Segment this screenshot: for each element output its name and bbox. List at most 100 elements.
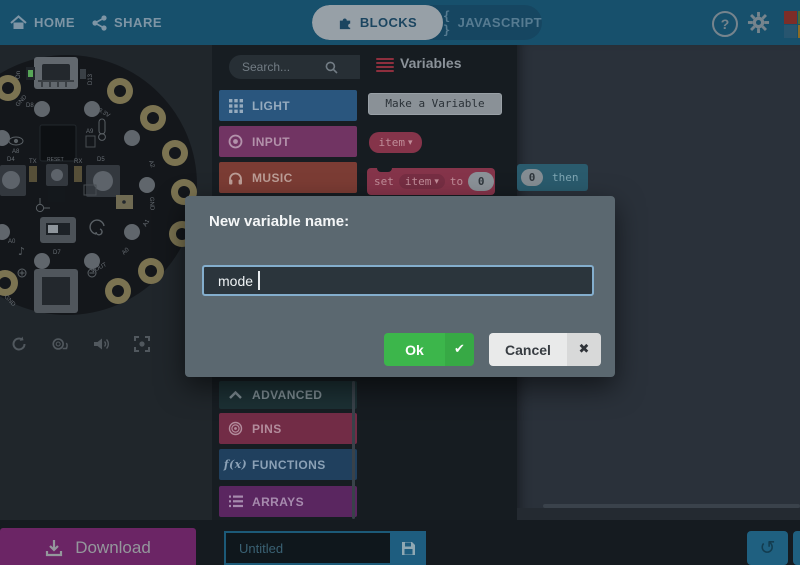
tab-javascript[interactable]: { } JAVASCRIPT [443, 5, 542, 40]
top-menu-bar: HOME SHARE BLOCKS { } JAVASCRIPT [0, 0, 800, 45]
processor-chip [40, 125, 76, 161]
tx-pad [29, 166, 37, 182]
simulator-panel: GND 3.3V A3 A2 GND A1 A0 VOUT GND [0, 45, 212, 520]
input-dot-circle-icon [228, 134, 243, 149]
download-button[interactable]: Download [0, 528, 196, 565]
new-variable-dialog: New variable name: Ok ✔ Cancel ✖ [185, 196, 615, 377]
svg-text:D7: D7 [53, 250, 61, 256]
set-variable-block[interactable]: set item ▾ to 0 [367, 168, 495, 195]
save-floppy-icon [401, 541, 416, 556]
help-button[interactable]: ? [712, 11, 738, 37]
category-label: ADVANCED [252, 388, 322, 402]
category-advanced[interactable]: ADVANCED [219, 381, 357, 409]
ok-button[interactable]: Ok ✔ [384, 333, 474, 366]
make-variable-button[interactable]: Make a Variable [368, 93, 502, 115]
cancel-label: Cancel [489, 333, 567, 366]
blocks-label: BLOCKS [360, 15, 417, 30]
check-icon: ✔ [445, 333, 474, 366]
x-icon: ✖ [567, 333, 601, 366]
home-icon [10, 15, 27, 30]
home-button[interactable]: HOME [10, 0, 75, 45]
dialog-title: New variable name: [209, 213, 349, 230]
search-input[interactable] [229, 55, 371, 79]
gear-icon [747, 11, 770, 34]
to-label: to [450, 175, 463, 188]
set-label: set [374, 175, 394, 188]
share-label: SHARE [114, 15, 162, 30]
dropdown-arrow-icon: ▾ [408, 138, 413, 148]
svg-text:D4: D4 [7, 157, 15, 163]
condition-value-oval[interactable]: 0 [521, 169, 543, 186]
category-label: INPUT [252, 135, 290, 149]
tab-blocks[interactable]: BLOCKS [312, 5, 443, 40]
puzzle-icon [338, 15, 353, 30]
headphones-icon [228, 170, 243, 185]
light-grid-icon [228, 98, 243, 113]
microsoft-logo[interactable] [784, 11, 800, 38]
cancel-button[interactable]: Cancel ✖ [489, 333, 601, 366]
category-light[interactable]: LIGHT [219, 90, 357, 121]
accelerometer [48, 187, 65, 202]
category-music[interactable]: MUSIC [219, 162, 357, 193]
variable-name-input[interactable] [202, 265, 594, 296]
d8-label: D8 [26, 103, 34, 109]
simulator-controls [10, 335, 151, 353]
rx-label: RX [74, 159, 82, 165]
home-label: HOME [34, 15, 75, 30]
chevron-up-icon [228, 388, 243, 403]
slow-motion-snail-button[interactable] [51, 335, 69, 353]
category-pins[interactable]: PINS [219, 413, 357, 444]
undo-icon: ↺ [760, 537, 776, 559]
svg-text:On: On [16, 71, 22, 79]
project-name-input[interactable] [224, 531, 390, 565]
editor-footer: Download ↺ ↻ [0, 520, 800, 565]
circuit-playground-board: GND 3.3V A3 A2 GND A1 A0 VOUT GND [0, 45, 212, 365]
a0-label: A0 [8, 239, 16, 245]
save-project-button[interactable] [390, 531, 426, 565]
svg-text:A8: A8 [12, 149, 20, 155]
number-input-oval[interactable]: 0 [468, 172, 494, 191]
braces-icon: { } [443, 9, 451, 37]
variables-category-icon [376, 58, 394, 72]
dropdown-arrow-icon: ▾ [434, 177, 439, 187]
function-fx-icon: f(x) [228, 457, 243, 472]
variable-item-block[interactable]: item ▾ [369, 132, 422, 153]
svg-text:A9: A9 [86, 129, 94, 135]
svg-text:D13: D13 [88, 73, 94, 85]
ms-logo-red-square [784, 11, 797, 24]
svg-text:D5: D5 [97, 157, 105, 163]
restart-simulator-button[interactable] [10, 335, 28, 353]
settings-button[interactable] [747, 11, 770, 34]
fullscreen-simulator-button[interactable] [133, 335, 151, 353]
category-label: LIGHT [252, 99, 290, 113]
share-icon [92, 15, 107, 31]
tx-label: TX [29, 159, 37, 165]
category-label: ARRAYS [252, 495, 304, 509]
category-functions[interactable]: f(x) FUNCTIONS [219, 449, 357, 480]
workspace-bottom-edge [517, 508, 800, 520]
flyout-title: Variables [400, 55, 462, 71]
makecode-app: HOME SHARE BLOCKS { } JAVASCRIPT [0, 0, 800, 565]
question-icon: ? [721, 16, 730, 32]
category-input[interactable]: INPUT [219, 126, 357, 157]
download-label: Download [75, 538, 151, 558]
category-arrays[interactable]: ARRAYS [219, 486, 357, 517]
variable-dropdown[interactable]: item ▾ [399, 174, 445, 189]
mute-sound-button[interactable] [92, 335, 110, 353]
share-button[interactable]: SHARE [92, 0, 162, 45]
download-icon [45, 539, 63, 557]
category-label: PINS [252, 422, 282, 436]
undo-button[interactable]: ↺ [747, 531, 788, 565]
music-note-icon: ♪ [18, 245, 25, 258]
concentric-circles-icon [228, 421, 243, 436]
ms-logo-blue-square [784, 25, 797, 38]
toolbox-scrollbar[interactable] [352, 381, 355, 519]
list-icon [228, 494, 243, 509]
if-then-block[interactable]: 0 then [517, 164, 588, 191]
redo-button[interactable]: ↻ [793, 531, 800, 565]
rx-pad [74, 166, 82, 182]
block-notch [377, 168, 392, 172]
svg-text:GND: GND [148, 197, 154, 211]
item-block-label: item [378, 136, 405, 149]
ok-label: Ok [384, 333, 445, 366]
